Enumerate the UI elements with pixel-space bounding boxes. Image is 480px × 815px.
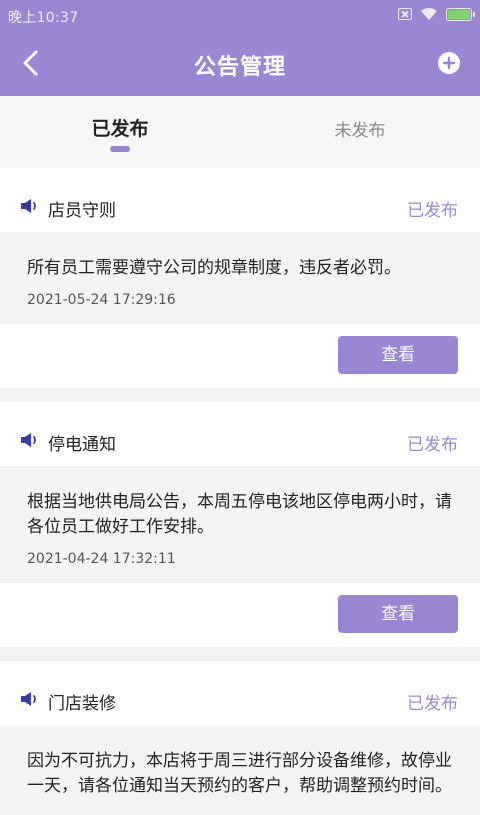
card-footer: 查看 — [0, 583, 480, 647]
battery-level — [448, 9, 470, 19]
tab-unpublished[interactable]: 未发布 — [240, 96, 480, 168]
card-title: 停电通知 — [48, 435, 116, 455]
no-sim-icon — [398, 8, 412, 20]
status-badge: 已发布 — [407, 694, 458, 714]
speaker-icon — [21, 433, 36, 447]
announcement-card: 停电通知 已发布 根据当地供电局公告，本周五停电该地区停电两小时，请各位员工做好… — [0, 402, 480, 647]
tab-bar: 已发布 未发布 — [0, 96, 480, 168]
view-button[interactable]: 查看 — [338, 336, 458, 374]
status-time: 晚上10:37 — [8, 10, 79, 26]
speaker-icon — [21, 199, 36, 213]
card-body: 因为不可抗力，本店将于周三进行部分设备维修，故停业一天，请各位通知当天预约的客户… — [0, 725, 480, 815]
tab-published-label: 已发布 — [91, 118, 149, 140]
speaker-icon — [21, 692, 36, 706]
card-divider — [0, 647, 480, 661]
card-body: 所有员工需要遵守公司的规章制度，违反者必罚。 2021-05-24 17:29:… — [0, 232, 480, 324]
announcement-card: 店员守则 已发布 所有员工需要遵守公司的规章制度，违反者必罚。 2021-05-… — [0, 168, 480, 388]
announcement-list: 店员守则 已发布 所有员工需要遵守公司的规章制度，违反者必罚。 2021-05-… — [0, 168, 480, 815]
view-button[interactable]: 查看 — [338, 595, 458, 633]
card-timestamp: 2021-05-24 17:29:16 — [27, 292, 176, 308]
tab-published[interactable]: 已发布 — [0, 96, 240, 168]
card-timestamp: 2021-04-24 17:32:11 — [27, 551, 176, 567]
card-title: 店员守则 — [48, 201, 116, 221]
card-content: 根据当地供电局公告，本周五停电该地区停电两小时，请各位员工做好工作安排。 — [27, 492, 452, 537]
battery-icon — [446, 7, 475, 21]
status-badge: 已发布 — [407, 201, 458, 221]
status-badge: 已发布 — [407, 435, 458, 455]
tab-active-indicator — [110, 146, 130, 152]
card-content: 所有员工需要遵守公司的规章制度，违反者必罚。 — [27, 258, 401, 278]
card-header: 店员守则 已发布 — [0, 168, 480, 232]
card-header: 停电通知 已发布 — [0, 402, 480, 466]
card-divider — [0, 388, 480, 402]
wifi-icon — [421, 7, 437, 20]
tab-unpublished-label: 未发布 — [334, 121, 386, 141]
add-circle-icon[interactable] — [438, 52, 460, 74]
status-bar: 晚上10:37 — [0, 0, 480, 30]
card-footer: 查看 — [0, 324, 480, 388]
announcement-card: 门店装修 已发布 因为不可抗力，本店将于周三进行部分设备维修，故停业一天，请各位… — [0, 661, 480, 815]
card-header: 门店装修 已发布 — [0, 661, 480, 725]
card-content: 因为不可抗力，本店将于周三进行部分设备维修，故停业一天，请各位通知当天预约的客户… — [27, 751, 452, 796]
app-header: 公告管理 — [0, 30, 480, 96]
page-title: 公告管理 — [193, 55, 286, 80]
card-title: 门店装修 — [48, 694, 116, 714]
status-icons — [398, 7, 475, 21]
card-body: 根据当地供电局公告，本周五停电该地区停电两小时，请各位员工做好工作安排。 202… — [0, 466, 480, 583]
